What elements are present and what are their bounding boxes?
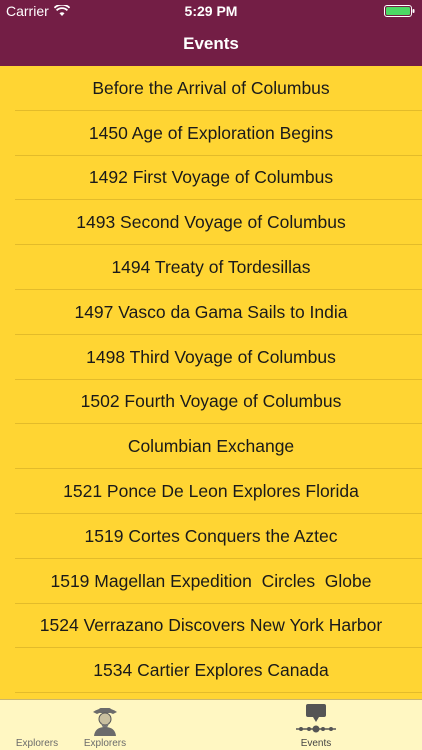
event-row[interactable]: 1497 Vasco da Gama Sails to India [0,290,422,335]
page-title: Events [183,34,239,53]
status-time: 5:29 PM [184,3,238,19]
tab-bar: Explorers Explorers Events [0,699,422,750]
tab-label: Explorers [83,738,127,749]
event-row[interactable]: 1502 Fourth Voyage of Columbus [0,380,422,425]
event-row[interactable]: 1534 Cartier Explores Canada [0,648,422,693]
status-bar: Carrier 5:29 PM [0,0,422,22]
tab-label: Explorers [15,738,59,749]
event-row[interactable]: 1524 Verrazano Discovers New York Harbor [0,604,422,649]
events-list[interactable]: Before the Arrival of Columbus 1450 Age … [0,66,422,699]
tab-explorers[interactable]: Explorers [74,700,136,750]
timeline-icon [296,704,336,733]
event-row[interactable]: 1521 Ponce De Leon Explores Florida [0,469,422,514]
event-row[interactable]: 1519 Cortes Conquers the Aztec [0,514,422,559]
tab-explorers-list[interactable]: Explorers [0,700,74,750]
event-row[interactable]: 1494 Treaty of Tordesillas [0,245,422,290]
tab-label: Events [300,738,332,749]
event-row[interactable]: 1492 First Voyage of Columbus [0,156,422,201]
battery-icon [384,5,415,17]
event-row[interactable]: 1519 Magellan Expedition Circles Globe [0,559,422,604]
event-row[interactable]: 1450 Age of Exploration Begins [0,111,422,156]
event-row[interactable]: 1498 Third Voyage of Columbus [0,335,422,380]
event-row[interactable]: Columbian Exchange [0,424,422,469]
tab-events[interactable]: Events [284,700,348,750]
event-row[interactable]: Before the Arrival of Columbus [0,66,422,111]
navigation-bar: Events [0,22,422,66]
event-row[interactable]: 1493 Second Voyage of Columbus [0,200,422,245]
explorer-portrait-icon [93,708,117,736]
